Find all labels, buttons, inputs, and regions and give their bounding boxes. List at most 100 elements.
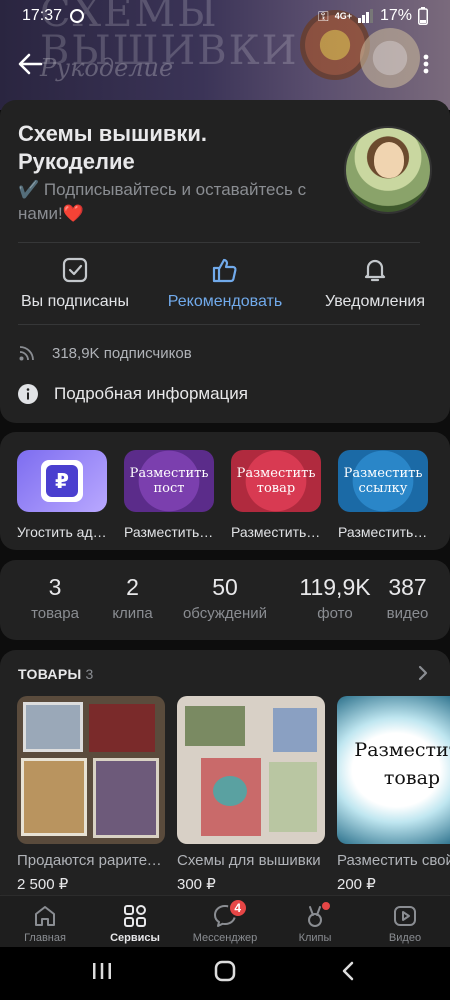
tab-messenger[interactable]: 4 Мессенджер (180, 896, 270, 947)
services-icon (121, 902, 149, 930)
subscribed-button[interactable]: Вы подписаны (0, 255, 150, 325)
signal-icon (357, 9, 373, 23)
network-label: 4G+ (334, 11, 352, 21)
recommend-button[interactable]: Рекомендовать (150, 255, 300, 325)
service-tile: Разместить товар (231, 450, 321, 512)
goods-card: ТОВАРЫ3 Продаются раритетные наборы 2 50… (0, 650, 450, 910)
good-title: Продаются раритетные наборы (17, 852, 165, 869)
counter-clips[interactable]: 2 клипа (110, 574, 155, 622)
home-button[interactable] (214, 960, 236, 987)
service-goods[interactable]: Разместить товар Разместить товар (231, 450, 321, 540)
goods-heading-label: ТОВАРЫ (18, 666, 82, 682)
recent-apps-button[interactable] (91, 961, 113, 986)
system-navigation-bar (0, 947, 450, 1000)
video-icon (391, 902, 419, 930)
bottom-tab-bar: Главная Сервисы 4 Мессенджер Клипы Видео (0, 895, 450, 947)
tab-label: Главная (24, 932, 66, 944)
tab-label: Клипы (298, 932, 332, 944)
tab-services[interactable]: Сервисы (90, 896, 180, 947)
group-title: Схемы вышивки. Рукоделие (18, 121, 208, 174)
service-treat-admin[interactable]: ₽ Угостить админа (17, 450, 107, 540)
back-button[interactable] (16, 50, 44, 78)
good-price: 300 ₽ (177, 876, 216, 893)
good-item[interactable]: Продаются раритетные наборы 2 500 ₽ (17, 696, 165, 893)
home-icon (31, 902, 59, 930)
tab-label: Сервисы (110, 932, 160, 944)
divider (18, 242, 420, 243)
bell-icon (360, 255, 390, 285)
good-title: Разместить свой товар (337, 852, 450, 869)
status-time: 17:37 (22, 7, 63, 24)
unread-badge: 4 (227, 898, 248, 918)
counter-value: 2 (126, 574, 139, 600)
good-item[interactable]: Схемы для вышивки 300 ₽ (177, 696, 325, 893)
more-button[interactable] (418, 50, 434, 78)
recent-apps-icon (92, 963, 111, 979)
service-tile: ₽ (17, 450, 107, 512)
back-system-button[interactable] (337, 960, 359, 987)
good-image: Разместить товар (337, 696, 450, 844)
goods-show-all-button[interactable] (416, 664, 430, 682)
group-status: ✔️ Подписывайтесь и оставайтесь с нами!❤… (18, 180, 307, 223)
avatar-face (374, 142, 404, 178)
subscribers-count: 318,9K подписчиков (52, 344, 192, 362)
goods-heading[interactable]: ТОВАРЫ 3 (18, 666, 94, 682)
recommend-label: Рекомендовать (167, 293, 283, 310)
subscribers-row[interactable]: 318,9K подписчиков (18, 344, 192, 362)
details-row[interactable]: Подробная информация (18, 384, 248, 404)
key-icon: ⚿ (318, 7, 329, 24)
service-link[interactable]: Разместить ссылку Разместить ссылку (338, 450, 428, 540)
service-post[interactable]: Разместить пост Разместить пост (124, 450, 214, 540)
tab-label: Мессенджер (192, 932, 258, 944)
service-caption: Разместить товар (236, 466, 316, 496)
good-price: 200 ₽ (337, 876, 376, 893)
tab-clips[interactable]: Клипы (270, 896, 360, 947)
good-title: Схемы для вышивки (177, 852, 321, 869)
service-label: Разместить товар (231, 524, 321, 540)
battery-icon (418, 7, 428, 25)
counter-caption: видео (386, 605, 429, 622)
chevron-right-icon (418, 665, 428, 681)
counter-videos[interactable]: 387 видео (375, 574, 440, 622)
tab-video[interactable]: Видео (360, 896, 450, 947)
counter-photos[interactable]: 119,9K фото (295, 574, 375, 622)
services-card: ₽ Угостить админа Разместить пост Размес… (0, 432, 450, 550)
counters-card: 3 товара 2 клипа 50 обсуждений 119,9K фо… (0, 560, 450, 640)
counter-value: 3 (48, 574, 62, 600)
service-label: Разместить ссылку (338, 524, 428, 540)
details-label: Подробная информация (54, 384, 248, 403)
good-item[interactable]: Разместить товар Разместить свой товар 2… (337, 696, 450, 893)
good-image (17, 696, 165, 844)
action-row: Вы подписаны Рекомендовать Уведомления (0, 255, 450, 325)
chevron-left-icon (343, 961, 354, 981)
ruble-icon: ₽ (41, 460, 83, 502)
more-vertical-icon (423, 54, 429, 74)
goods-list: Продаются раритетные наборы 2 500 ₽ Схем… (17, 696, 450, 893)
good-price: 2 500 ₽ (17, 876, 69, 893)
group-header-card: Схемы вышивки. Рукоделие ✔️ Подписывайте… (0, 100, 450, 423)
avatar[interactable] (344, 126, 432, 214)
service-caption: Разместить пост (129, 466, 209, 496)
top-navigation (0, 44, 450, 84)
checkbox-icon (60, 255, 90, 285)
counters-row: 3 товара 2 клипа 50 обсуждений 119,9K фо… (0, 574, 450, 622)
notifications-button[interactable]: Уведомления (300, 255, 450, 325)
tab-label: Видео (388, 932, 422, 944)
service-tile: Разместить пост (124, 450, 214, 512)
info-icon (18, 384, 38, 404)
service-label: Угостить админа (17, 524, 107, 540)
counter-value: 387 (388, 574, 427, 600)
divider (18, 324, 420, 325)
counter-goods[interactable]: 3 товара (0, 574, 110, 622)
tab-home[interactable]: Главная (0, 896, 90, 947)
service-tile: Разместить ссылку (338, 450, 428, 512)
status-bar: 17:37 ⚿ 4G+ 17% (0, 0, 450, 32)
subscribed-label: Вы подписаны (21, 293, 129, 310)
goods-count: 3 (85, 666, 94, 682)
good-image (177, 696, 325, 844)
service-label: Разместить пост (124, 524, 214, 540)
counter-value: 119,9K (299, 574, 371, 600)
counter-discussions[interactable]: 50 обсуждений (155, 574, 295, 622)
good-overlay-text: Разместить товар (354, 739, 450, 789)
counter-value: 50 (212, 574, 238, 600)
